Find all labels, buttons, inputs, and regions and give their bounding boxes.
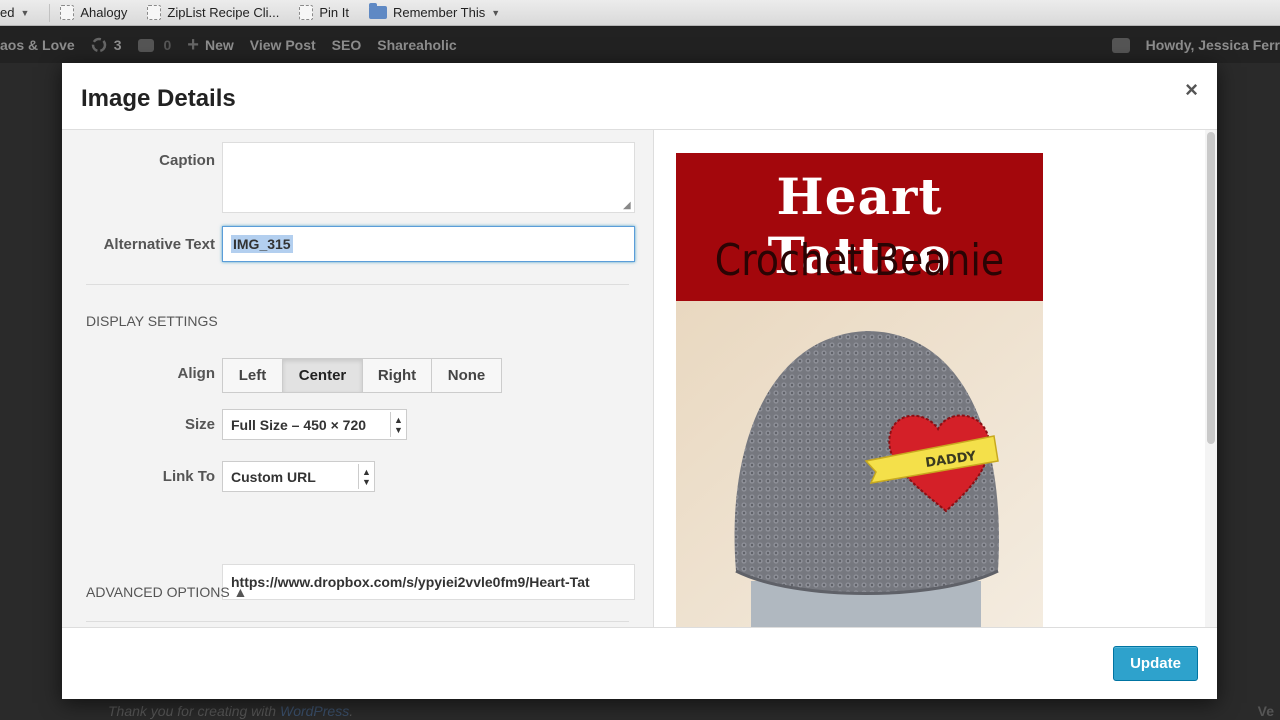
refresh-icon [91, 37, 106, 53]
footer-thanks-text: Thank you for creating with [108, 703, 280, 719]
wp-admin-bar: aos & Love 3 0 + New View Post SEO Share… [0, 27, 1280, 63]
bookmark-item-pin-it[interactable]: Pin It [299, 5, 349, 20]
bookmarks-bar: ed ▼ Ahalogy ZipList Recipe Cli... Pin I… [0, 0, 1280, 26]
link-to-select[interactable]: Custom URL ▲ ▼ [222, 461, 375, 492]
footer-thanks: Thank you for creating with WordPress. [108, 703, 353, 719]
size-select-value: Full Size – 450 × 720 [231, 416, 367, 433]
update-button[interactable]: Update [1113, 646, 1198, 681]
scrollbar-thumb[interactable] [1207, 132, 1215, 444]
bookmark-label: ZipList Recipe Cli... [167, 5, 280, 20]
alt-text-label: Alternative Text [103, 236, 215, 253]
caption-field[interactable] [222, 142, 635, 213]
howdy-account-link[interactable]: Howdy, Jessica Ferr [1146, 37, 1280, 53]
alt-text-field[interactable]: IMG_315 [222, 226, 635, 262]
custom-url-field[interactable]: https://www.dropbox.com/s/ypyiei2vvle0fm… [222, 564, 635, 600]
notification-icon[interactable] [1111, 37, 1130, 53]
site-name-link[interactable]: aos & Love [0, 37, 75, 53]
bookmark-folder-remember-this[interactable]: Remember This ▼ [368, 3, 501, 20]
link-to-select-value: Custom URL [231, 468, 316, 485]
align-none-button[interactable]: None [431, 358, 502, 393]
comments-count: 0 [163, 37, 172, 53]
wordpress-link[interactable]: WordPress [280, 703, 349, 719]
page-icon [60, 5, 75, 20]
size-label: Size [184, 416, 215, 433]
folder-icon [368, 3, 387, 19]
image-details-modal: Image Details × Caption ◢ Alternative Te… [62, 63, 1217, 699]
preview-title-line2: Crochet Beanie [714, 235, 1005, 286]
chevron-down-icon: ▲ ▼ [358, 464, 374, 489]
footer-thanks-end: . [349, 703, 354, 719]
bookmark-label: Pin It [319, 5, 349, 20]
page-icon [299, 5, 314, 20]
image-preview: Heart Tattoo Crochet Beanie DADDY [676, 153, 1043, 627]
comments-link[interactable]: 0 [137, 37, 172, 53]
page-icon [147, 5, 162, 20]
close-icon[interactable]: × [1185, 77, 1198, 103]
resize-grip-icon[interactable]: ◢ [623, 201, 633, 211]
settings-pane: Caption ◢ Alternative Text IMG_315 DISPL… [62, 130, 654, 627]
bookmark-label: Remember This [392, 5, 486, 20]
modal-footer: Update [62, 627, 1217, 699]
caption-label: Caption [159, 152, 215, 169]
size-select[interactable]: Full Size – 450 × 720 ▲ ▼ [222, 409, 407, 440]
bookmark-item-ahalogy[interactable]: Ahalogy [60, 5, 127, 20]
divider [86, 284, 629, 285]
plus-icon: + [187, 33, 199, 56]
align-left-button[interactable]: Left [222, 358, 283, 393]
divider [49, 3, 51, 22]
beanie-photo: DADDY [676, 301, 1043, 627]
link-to-label: Link To [162, 468, 215, 485]
modal-header: Image Details × [62, 63, 1217, 130]
align-right-button[interactable]: Right [362, 358, 432, 393]
display-settings-heading: DISPLAY SETTINGS [86, 313, 218, 329]
bookmark-label: Ahalogy [80, 5, 128, 20]
advanced-options-toggle[interactable]: ADVANCED OPTIONS ▲ [86, 584, 247, 600]
scrollbar[interactable] [1205, 130, 1217, 627]
divider [86, 621, 629, 622]
footer-version: Ve [1257, 703, 1274, 719]
new-label: New [204, 37, 234, 53]
align-center-button[interactable]: Center [282, 358, 363, 393]
alt-text-value: IMG_315 [231, 235, 293, 253]
chevron-down-icon: ▼ [491, 7, 501, 18]
align-label: Align [177, 365, 216, 382]
align-button-group: Left Center Right None [222, 358, 502, 393]
view-post-link[interactable]: View Post [250, 37, 316, 53]
comment-icon [137, 38, 154, 52]
preview-title-banner: Heart Tattoo Crochet Beanie [676, 153, 1043, 301]
updates-count: 3 [113, 37, 122, 53]
updates-link[interactable]: 3 [91, 37, 122, 53]
shareaholic-link[interactable]: Shareaholic [377, 37, 456, 53]
bookmark-item-ed[interactable]: ed ▼ [0, 5, 29, 20]
seo-link[interactable]: SEO [332, 37, 362, 53]
bookmark-item-ziplist[interactable]: ZipList Recipe Cli... [147, 5, 279, 20]
new-content-link[interactable]: + New [187, 34, 233, 57]
bookmark-label: ed [0, 5, 15, 20]
chevron-down-icon: ▲ ▼ [390, 412, 406, 437]
modal-title: Image Details [81, 85, 236, 112]
image-preview-pane: Heart Tattoo Crochet Beanie DADDY [654, 130, 1217, 627]
chevron-down-icon: ▼ [20, 7, 30, 18]
admin-bar-right: Howdy, Jessica Ferr [1111, 27, 1280, 63]
